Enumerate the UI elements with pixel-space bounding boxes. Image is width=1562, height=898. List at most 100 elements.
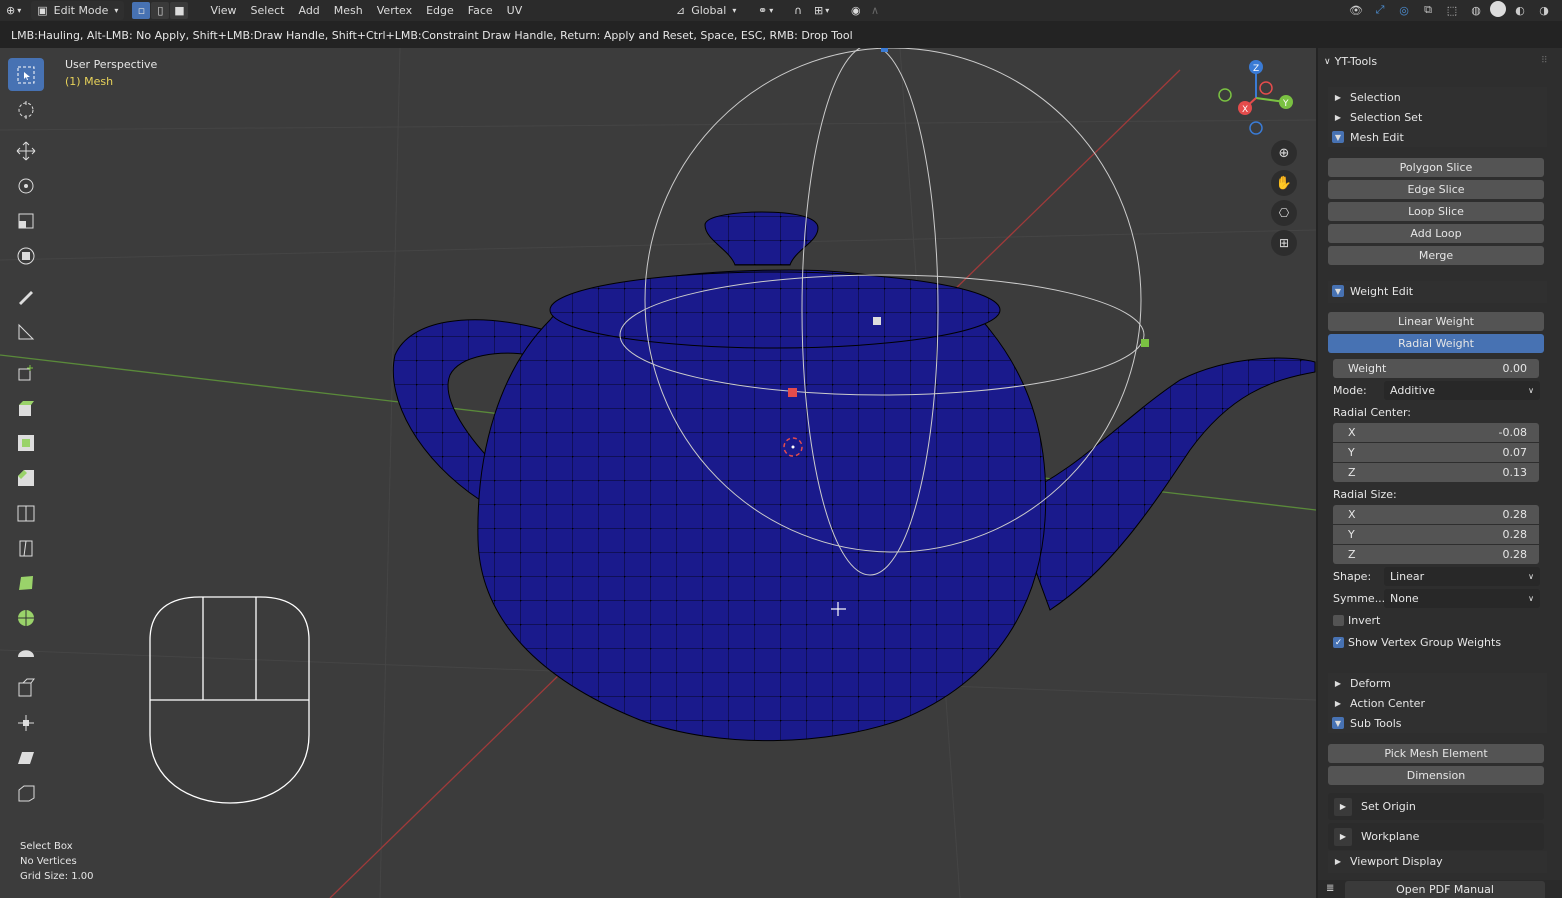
radial-center-z-field[interactable]: Z 0.13 [1333,463,1539,482]
menu-add[interactable]: Add [291,1,326,20]
section-selection[interactable]: ▶ Selection [1328,87,1547,107]
tool-annotate[interactable] [8,280,44,313]
tool-transform[interactable] [8,239,44,272]
proportional-toggle[interactable]: ◉ [845,1,867,20]
menu-view[interactable]: View [203,1,243,20]
navigation-gizmo[interactable]: Z Y X [1218,60,1293,135]
3d-viewport[interactable]: Z Y X User Perspective (1) Mesh [0,48,1316,898]
checkmark-icon: ✓ [1333,637,1344,648]
snap-toggle[interactable]: ∩ [788,1,808,20]
material-shading-icon[interactable]: ◐ [1510,1,1530,19]
face-select-icon[interactable]: ■ [170,2,189,19]
open-pdf-manual-button[interactable]: Open PDF Manual [1345,881,1545,898]
tool-shear[interactable] [8,741,44,774]
set-origin-label: Set Origin [1361,800,1416,813]
radial-weight-button[interactable]: Radial Weight [1328,334,1544,353]
section-action-center[interactable]: ▶ Action Center [1328,693,1547,713]
symmetry-dropdown[interactable]: None ∨ [1384,589,1540,608]
workplane-subpanel[interactable]: ▶ Workplane [1328,823,1544,850]
mode-dropdown-field[interactable]: Additive ∨ [1384,381,1540,400]
shape-dropdown[interactable]: Linear ∨ [1384,567,1540,586]
section-mesh-edit[interactable]: ▼ Mesh Edit [1328,127,1547,147]
vertex-select-icon[interactable]: ▫ [132,2,151,19]
panel-header[interactable]: ∨ YT-Tools [1324,55,1377,68]
gizmo-toggle-icon[interactable]: ⤢ [1370,1,1390,19]
menu-uv[interactable]: UV [500,1,530,20]
extrude-icon [19,400,34,416]
snap-dropdown[interactable]: ⊞ ▾ [808,1,835,20]
tool-knife[interactable] [8,531,44,564]
invert-checkbox[interactable]: Invert [1333,614,1380,627]
pivot-dropdown[interactable]: ⚭ ▾ [752,1,779,20]
tool-smooth[interactable] [8,636,44,669]
tool-add-cube[interactable] [8,356,44,389]
section-sub-tools[interactable]: ▼ Sub Tools [1328,713,1547,733]
tool-scale[interactable] [8,204,44,237]
menu-face[interactable]: Face [461,1,500,20]
camera-view-button[interactable]: ⎔ [1271,200,1297,226]
tool-rip[interactable] [8,776,44,809]
polygon-slice-button[interactable]: Polygon Slice [1328,158,1544,177]
mesh-overlay-icon[interactable]: ⧉ [1418,1,1438,19]
teapot-mesh[interactable] [392,211,1316,742]
editor-type-button[interactable]: ⊕ ▾ [0,1,27,20]
tool-measure[interactable] [8,315,44,348]
gizmo-handle-z[interactable] [881,48,888,52]
mode-dropdown[interactable]: ▣ Edit Mode ▾ [31,1,125,20]
section-deform[interactable]: ▶ Deform [1328,673,1547,693]
menu-vertex[interactable]: Vertex [370,1,419,20]
show-weights-checkbox[interactable]: ✓ Show Vertex Group Weights [1333,636,1501,649]
set-origin-subpanel[interactable]: ▶ Set Origin [1328,793,1544,820]
gizmo-handle-x[interactable] [788,388,797,397]
tool-inset[interactable] [8,426,44,459]
tool-move[interactable] [8,134,44,167]
tool-edge-slide[interactable] [8,671,44,704]
pan-button[interactable]: ✋ [1271,170,1297,196]
tool-loop-cut[interactable] [8,496,44,529]
section-viewport-display[interactable]: ▶ Viewport Display [1328,851,1547,871]
rendered-shading-icon[interactable]: ◑ [1534,1,1554,19]
gizmo-handle-center[interactable] [873,317,881,325]
section-selection-set[interactable]: ▶ Selection Set [1328,107,1547,127]
loop-slice-button[interactable]: Loop Slice [1328,202,1544,221]
drag-handle-icon[interactable]: ⠿ [1541,56,1548,66]
section-weight-edit[interactable]: ▼ Weight Edit [1328,281,1547,301]
perspective-toggle-button[interactable]: ⊞ [1271,230,1297,256]
tool-spin[interactable] [8,601,44,634]
xray-toggle-icon[interactable]: ⬚ [1442,1,1462,19]
menu-mesh[interactable]: Mesh [327,1,370,20]
visibility-icon[interactable]: 👁 [1346,1,1366,19]
radial-size-z-field[interactable]: Z 0.28 [1333,545,1539,564]
merge-button[interactable]: Merge [1328,246,1544,265]
edge-select-icon[interactable]: ▯ [151,2,170,19]
tool-poly-build[interactable] [8,566,44,599]
falloff-icon: ∧ [871,4,880,17]
tool-bevel[interactable] [8,461,44,494]
tool-shrink-fatten[interactable] [8,706,44,739]
solid-shading-icon[interactable] [1490,1,1506,17]
edge-slice-button[interactable]: Edge Slice [1328,180,1544,199]
orientation-icon: ⊿ [676,4,686,17]
menu-edge[interactable]: Edge [419,1,461,20]
falloff-dropdown[interactable]: ∧ [865,1,885,20]
tool-rotate[interactable] [8,169,44,202]
radial-size-y-field[interactable]: Y 0.28 [1333,525,1539,544]
tool-extrude[interactable] [8,391,44,424]
zoom-button[interactable]: ⊕ [1271,140,1297,166]
radial-center-x-field[interactable]: X -0.08 [1333,423,1539,442]
weight-field[interactable]: Weight 0.00 [1333,359,1539,378]
add-loop-button[interactable]: Add Loop [1328,224,1544,243]
menu-select[interactable]: Select [244,1,292,20]
orientation-dropdown[interactable]: ⊿ Global ▾ [670,1,742,20]
radial-center-y-field[interactable]: Y 0.07 [1333,443,1539,462]
tool-select-box[interactable] [8,58,44,91]
header-bar: ⊕ ▾ ▣ Edit Mode ▾ ▫ ▯ ■ View Select Add M… [0,0,1562,21]
gizmo-handle-y[interactable] [1141,339,1149,347]
linear-weight-button[interactable]: Linear Weight [1328,312,1544,331]
dimension-button[interactable]: Dimension [1328,766,1544,785]
tool-cursor[interactable] [8,93,44,126]
wireframe-shading-icon[interactable]: ◍ [1466,1,1486,19]
overlay-toggle-icon[interactable]: ◎ [1394,1,1414,19]
pick-mesh-element-button[interactable]: Pick Mesh Element [1328,744,1544,763]
radial-size-x-field[interactable]: X 0.28 [1333,505,1539,524]
